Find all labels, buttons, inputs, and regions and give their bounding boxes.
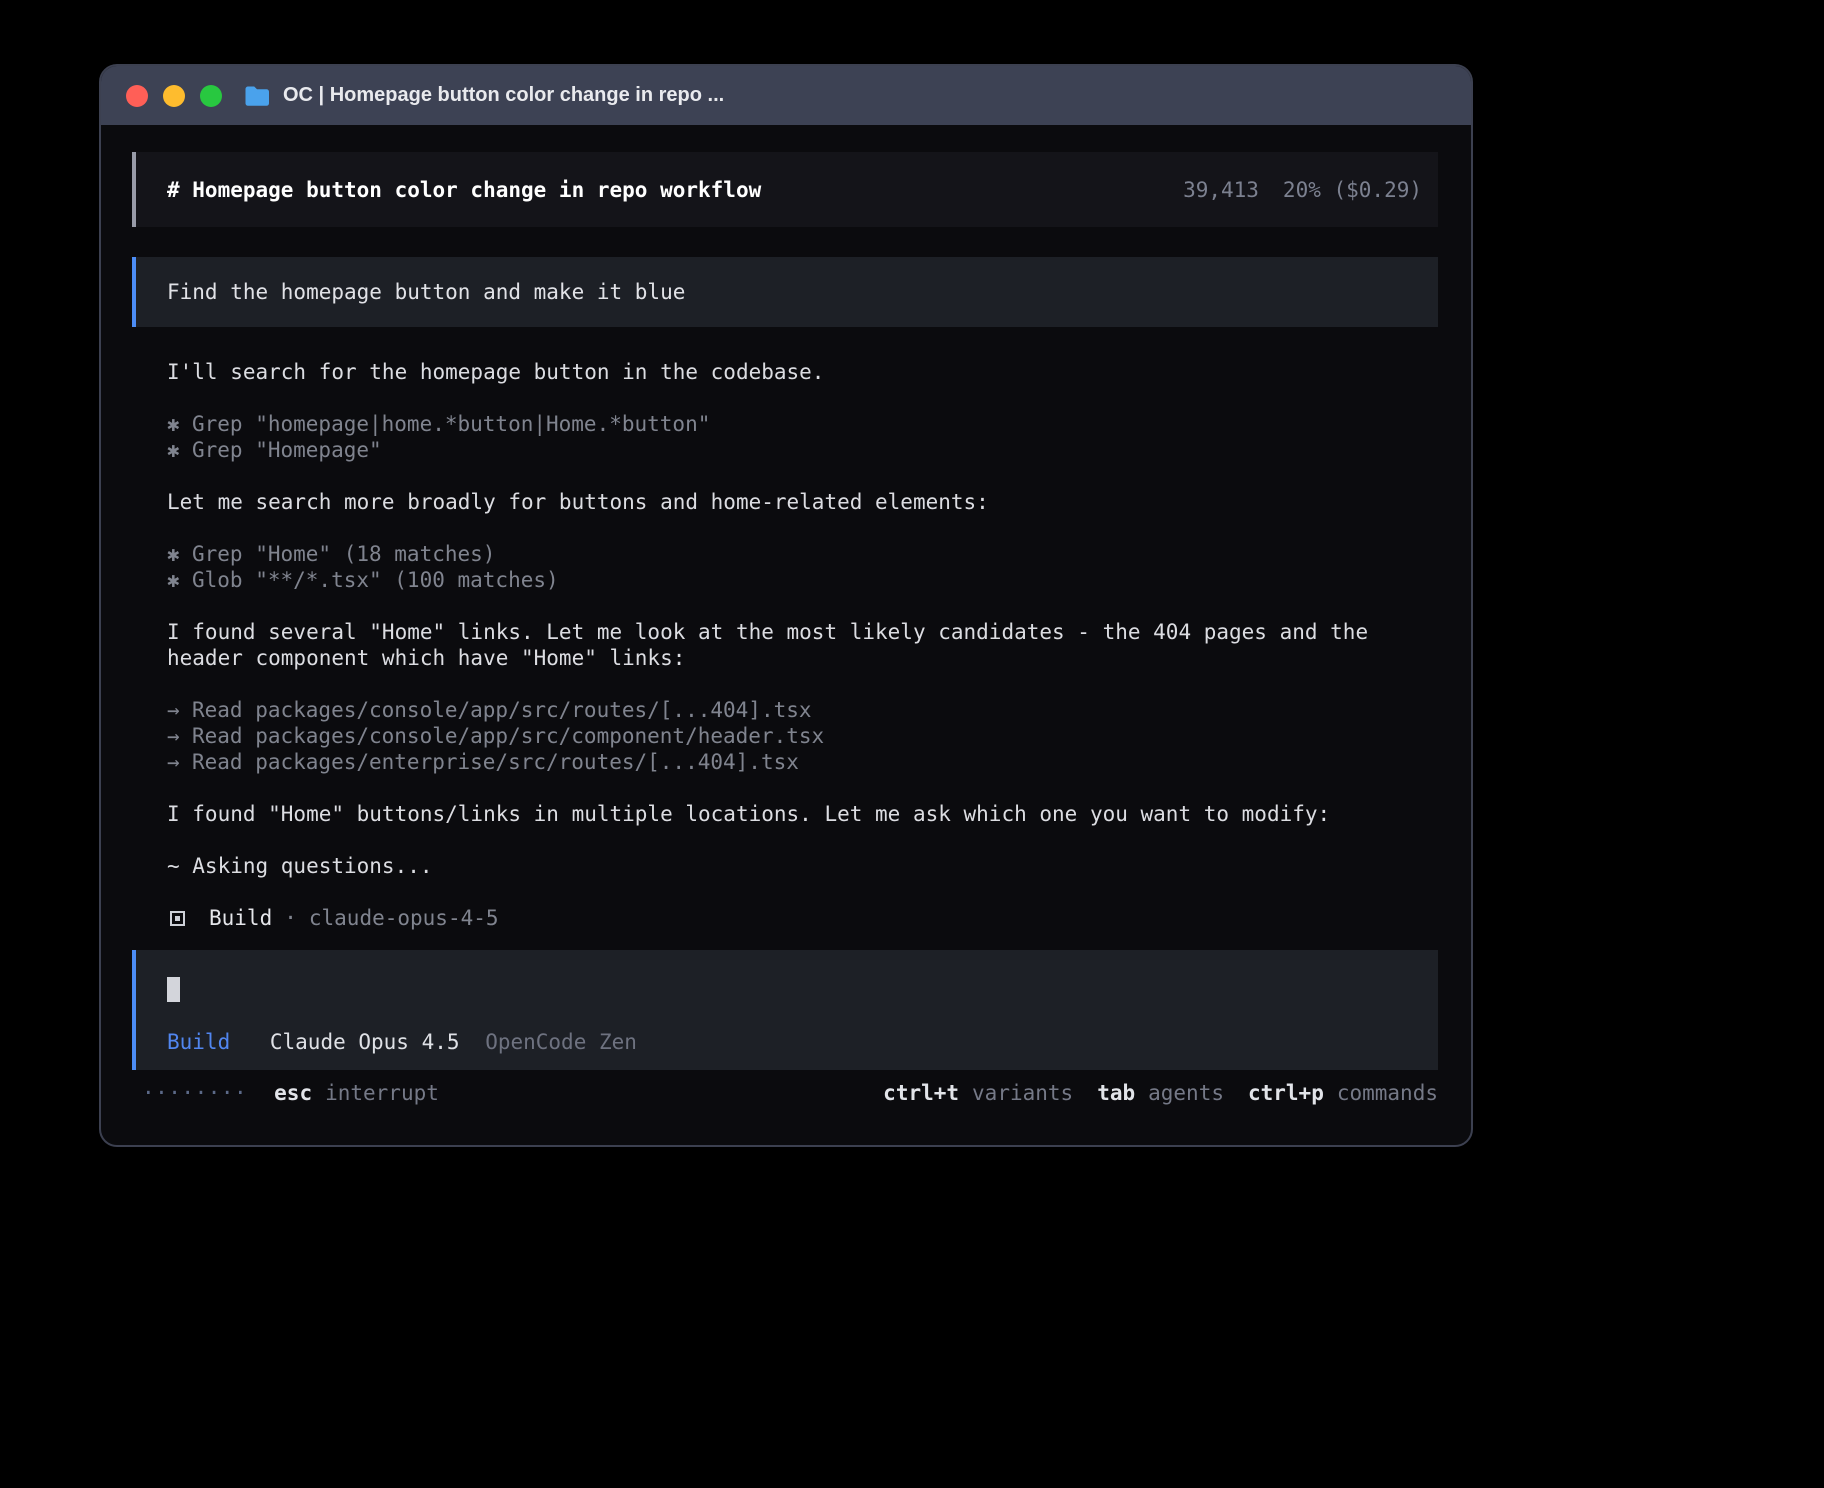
status-bar: ········ esc interrupt ctrl+t variants tab…	[132, 1080, 1438, 1106]
agents-label: agents	[1148, 1080, 1224, 1106]
agent-status: Build · claude-opus-4-5	[167, 905, 1444, 931]
prompt-input[interactable]: Build Claude Opus 4.5 OpenCode Zen	[132, 950, 1438, 1070]
shortcut-interrupt: esc interrupt	[274, 1080, 439, 1106]
grep-icon: ✱	[167, 541, 192, 567]
assistant-status: ~ Asking questions...	[167, 853, 1444, 879]
status-left: ········ esc interrupt	[142, 1080, 439, 1106]
titlebar[interactable]: OC | Homepage button color change in rep…	[101, 66, 1471, 125]
read-arrow-icon: →	[167, 697, 192, 723]
terminal-content: # Homepage button color change in repo w…	[101, 125, 1471, 1106]
context-cost: 20% ($0.29)	[1283, 178, 1422, 202]
esc-label: interrupt	[325, 1080, 439, 1106]
variants-label: variants	[972, 1080, 1073, 1106]
assistant-message: I found several "Home" links. Let me loo…	[167, 619, 1444, 671]
agent-name: Build	[209, 905, 272, 931]
tool-call-glob: ✱Glob "**/*.tsx" (100 matches)	[167, 567, 1444, 593]
tab-key: tab	[1097, 1080, 1135, 1106]
tool-call-read: →Read packages/console/app/src/component…	[167, 723, 1444, 749]
read-arrow-icon: →	[167, 723, 192, 749]
commands-label: commands	[1337, 1080, 1438, 1106]
zoom-button[interactable]	[200, 85, 222, 107]
tool-call-text: Grep "Home" (18 matches)	[192, 542, 495, 566]
close-button[interactable]	[126, 85, 148, 107]
shortcut-commands: ctrl+p commands	[1248, 1080, 1438, 1106]
session-title: # Homepage button color change in repo w…	[167, 178, 761, 202]
window-title: OC | Homepage button color change in rep…	[283, 84, 724, 107]
tool-call-grep: ✱Grep "homepage|home.*button|Home.*butto…	[167, 411, 1444, 437]
esc-key: esc	[274, 1080, 312, 1106]
provider-label: OpenCode Zen	[485, 1030, 637, 1054]
terminal-window: OC | Homepage button color change in rep…	[99, 64, 1473, 1147]
glob-icon: ✱	[167, 567, 192, 593]
grep-icon: ✱	[167, 411, 192, 437]
shortcut-variants: ctrl+t variants	[883, 1080, 1073, 1106]
tool-call-grep: ✱Grep "Homepage"	[167, 437, 1444, 463]
minimize-button[interactable]	[163, 85, 185, 107]
assistant-message: Let me search more broadly for buttons a…	[167, 489, 1444, 515]
tool-call-read: →Read packages/console/app/src/routes/[.…	[167, 697, 1444, 723]
agent-model: claude-opus-4-5	[309, 905, 499, 931]
input-line[interactable]	[167, 977, 1438, 1003]
agent-separator: ·	[284, 905, 297, 931]
shortcut-agents: tab agents	[1097, 1080, 1224, 1106]
token-count: 39,413	[1183, 178, 1259, 202]
tool-call-read: →Read packages/enterprise/src/routes/[..…	[167, 749, 1444, 775]
ctrl-p-key: ctrl+p	[1248, 1080, 1324, 1106]
tool-call-text: Grep "homepage|home.*button|Home.*button…	[192, 412, 710, 436]
tool-call-text: Read packages/console/app/src/component/…	[192, 724, 824, 748]
user-message-block: Find the homepage button and make it blu…	[132, 257, 1438, 327]
input-meta: Build Claude Opus 4.5 OpenCode Zen	[167, 1029, 1438, 1055]
tool-call-grep: ✱Grep "Home" (18 matches)	[167, 541, 1444, 567]
window-controls	[126, 85, 222, 107]
conversation: I'll search for the homepage button in t…	[167, 359, 1444, 931]
tool-call-text: Read packages/console/app/src/routes/[..…	[192, 698, 812, 722]
read-arrow-icon: →	[167, 749, 192, 775]
folder-icon	[244, 85, 271, 107]
user-message-text: Find the homepage button and make it blu…	[167, 280, 685, 304]
grep-icon: ✱	[167, 437, 192, 463]
session-header: # Homepage button color change in repo w…	[132, 152, 1438, 227]
assistant-message: I found "Home" buttons/links in multiple…	[167, 801, 1444, 827]
model-label[interactable]: Claude Opus 4.5	[270, 1030, 460, 1054]
spinner-dots: ········	[142, 1080, 247, 1106]
build-agent-icon	[170, 911, 185, 926]
tool-call-text: Grep "Homepage"	[192, 438, 382, 462]
text-cursor	[167, 977, 180, 1002]
ctrl-t-key: ctrl+t	[883, 1080, 959, 1106]
assistant-message: I'll search for the homepage button in t…	[167, 359, 1444, 385]
tool-call-text: Read packages/enterprise/src/routes/[...…	[192, 750, 799, 774]
status-right: ctrl+t variants tab agents ctrl+p commands	[883, 1080, 1438, 1106]
tool-call-text: Glob "**/*.tsx" (100 matches)	[192, 568, 559, 592]
session-stats: 39,413 20% ($0.29)	[1183, 178, 1422, 202]
agent-mode-label[interactable]: Build	[167, 1030, 230, 1054]
